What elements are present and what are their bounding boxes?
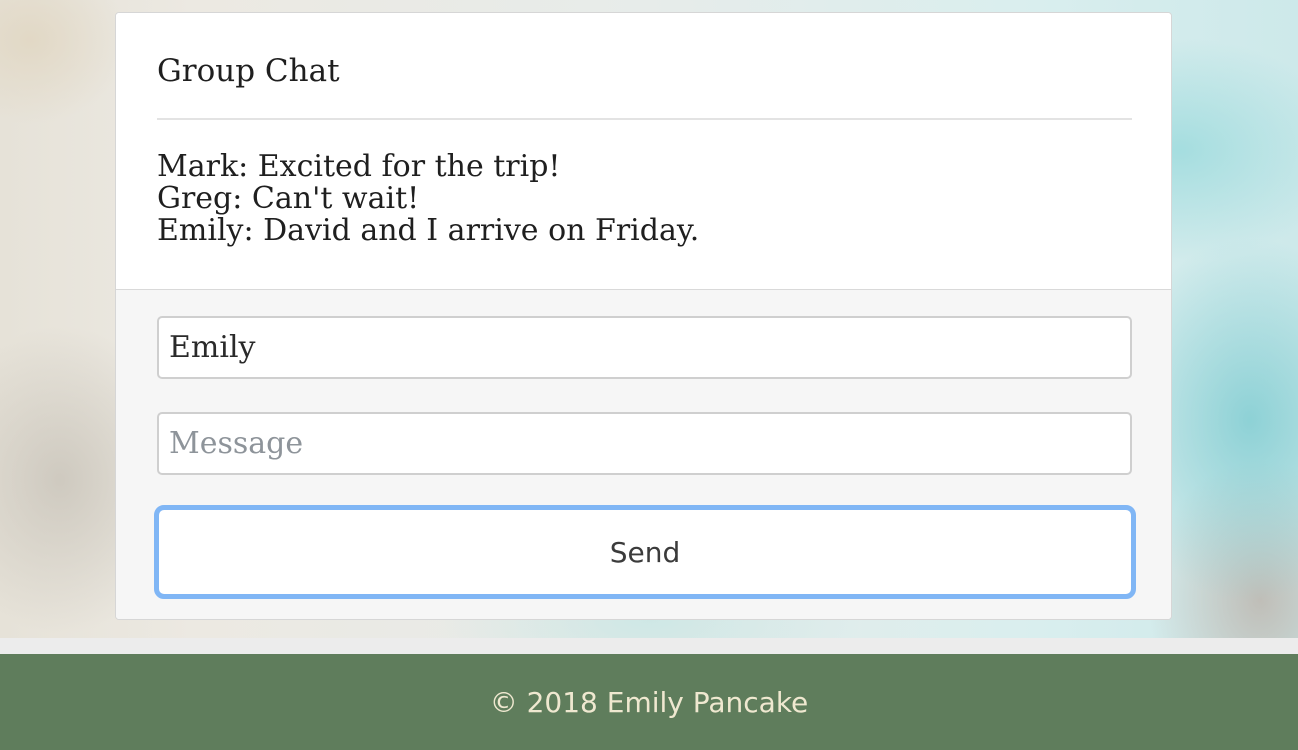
chat-message: Mark: Excited for the trip! [157,149,561,184]
chat-form: Send [116,289,1171,619]
name-input[interactable] [157,316,1132,379]
message-list: Mark: Excited for the trip! Greg: Can't … [157,151,1132,247]
send-button[interactable]: Send [154,505,1136,599]
chat-message: Greg: Can't wait! [157,181,420,216]
title-divider [157,118,1132,120]
chat-title: Group Chat [157,53,340,89]
chat-card: Group Chat Mark: Excited for the trip! G… [115,12,1172,620]
page-footer: © 2018 Emily Pancake [0,654,1298,750]
copyright-text: © 2018 Emily Pancake [489,685,809,719]
chat-card-header: Group Chat Mark: Excited for the trip! G… [116,13,1171,289]
message-input[interactable] [157,412,1132,475]
chat-message: Emily: David and I arrive on Friday. [157,213,700,248]
